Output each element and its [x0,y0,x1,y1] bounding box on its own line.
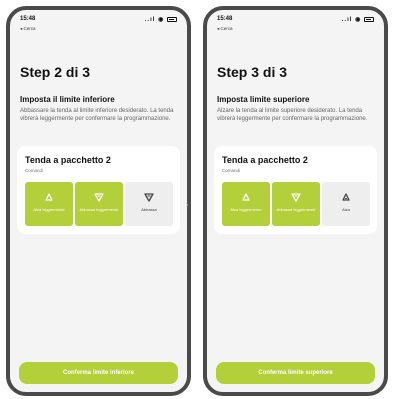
down-arrow-icon [94,193,104,202]
raise-button[interactable]: Alza [322,182,370,226]
device-title: Tenda a pacchetto 2 [222,155,308,165]
back-link[interactable]: ◂ Cerca [20,26,36,32]
section-description: Alzare la tenda al limite superiore desi… [217,108,368,122]
command-label: Abbassa [141,207,157,212]
section-title: Imposta limite superiore [217,95,310,104]
down-arrow-icon [291,193,301,202]
command-label: Abbassa leggermente [276,207,316,212]
back-link[interactable]: ◂ Cerca [217,26,233,32]
device-title: Tenda a pacchetto 2 [25,155,111,165]
status-time: 15:48 [20,16,36,22]
confirm-lower-limit-button[interactable]: Conferma limite inferiore [19,362,178,384]
device-subtitle: Comandi [222,168,241,173]
chevron-right-icon: › [186,200,189,209]
command-label: Alza leggermente [33,207,65,212]
phone-screen-step-2: 15:48 ..ıl ◉ ◂ Cerca Step 2 di 3 Imposta… [6,6,191,396]
status-bar: 15:48 ..ıl ◉ [217,16,374,26]
step-title: Step 3 di 3 [217,64,288,80]
bell-up-icon [242,193,250,201]
device-card: Tenda a pacchetto 2 Comandi Alza leggerm… [17,146,180,234]
lower-slightly-button[interactable]: Abbassa leggermente [272,182,320,226]
section-title: Imposta il limite inferiore [20,95,115,104]
confirm-upper-limit-button[interactable]: Conferma limite superiore [216,362,375,384]
status-time: 15:48 [217,16,233,22]
command-label: Alza [342,207,350,212]
status-icons: ..ıl ◉ [342,16,374,23]
battery-icon [167,16,177,22]
device-subtitle: Comandi [25,168,44,173]
signal-icon: ..ıl ◉ [144,17,165,23]
signal-icon: ..ıl ◉ [341,17,362,23]
raise-slightly-button[interactable]: Alza leggermente [25,182,73,226]
lower-slightly-button[interactable]: Abbassa leggermente [75,182,123,226]
step-title: Step 2 di 3 [20,64,91,80]
device-card: Tenda a pacchetto 2 Comandi Alza leggerm… [214,146,377,234]
battery-icon [364,16,374,22]
bell-up-icon [45,193,53,201]
lower-button[interactable]: Abbassa [125,182,173,226]
status-icons: ..ıl ◉ [145,16,177,23]
command-label: Alza leggermente [230,207,262,212]
up-arrow-icon [342,193,350,201]
down-arrow-icon [144,193,154,202]
raise-slightly-button[interactable]: Alza leggermente [222,182,270,226]
status-bar: 15:48 ..ıl ◉ [20,16,177,26]
section-description: Abbassare la tenda al limite inferiore d… [20,108,174,122]
command-label: Abbassa leggermente [79,207,119,212]
phone-screen-step-3: 15:48 ..ıl ◉ ◂ Cerca Step 3 di 3 Imposta… [203,6,388,396]
